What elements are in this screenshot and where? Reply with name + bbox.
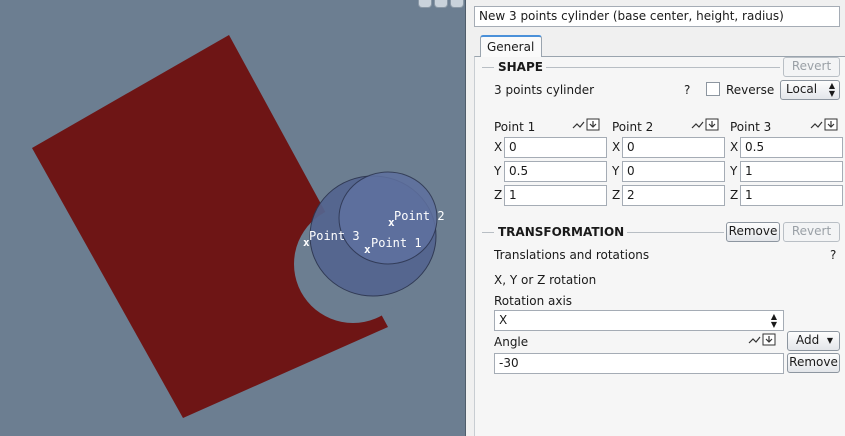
rotation-axis-value: X [499, 313, 508, 327]
tab-content [474, 56, 845, 436]
point-3-x-label: X [730, 140, 739, 154]
rotation-axis-label: Rotation axis [494, 294, 573, 308]
point-3-y-field[interactable]: 1 [740, 161, 843, 182]
frame-select-arrows-icon: ▲ ▼ [828, 81, 835, 98]
shape-section-title: SHAPE [495, 60, 546, 74]
frame-select-value: Local [786, 82, 818, 96]
angle-label: Angle [494, 335, 529, 349]
point-3-z-field[interactable]: 1 [740, 185, 843, 206]
viewport-minimize-button[interactable] [418, 0, 432, 8]
transformation-section-title: TRANSFORMATION [495, 225, 628, 239]
point-1-y-label: Y [494, 164, 502, 178]
chevron-down-icon: ▼ [826, 336, 833, 345]
point-2-graph-icon[interactable] [691, 118, 721, 132]
point-2-z-field[interactable]: 2 [622, 185, 725, 206]
shape-divider-left [482, 67, 494, 68]
scene-canvas[interactable]: x x x Point 1 Point 2 Point 3 [0, 0, 466, 436]
angle-add-button[interactable]: Add ▼ [787, 331, 840, 351]
point-1-y-field[interactable]: 0.5 [504, 161, 607, 182]
point-2-header: Point 2 [612, 120, 654, 134]
frame-select[interactable]: Local ▲ ▼ [780, 80, 840, 100]
shape-help-icon[interactable]: ? [684, 83, 690, 97]
point-1-label: Point 1 [371, 236, 422, 250]
rotation-axis-select[interactable]: X ▲ ▼ [494, 310, 784, 331]
transformation-revert-button[interactable]: Revert [783, 222, 840, 242]
angle-add-label: Add [796, 333, 820, 347]
viewport-maximize-button[interactable] [434, 0, 448, 8]
point-1-z-label: Z [494, 188, 503, 202]
point-1-z-field[interactable]: 1 [504, 185, 607, 206]
rotation-type-label: X, Y or Z rotation [494, 273, 597, 287]
point-2-x-field[interactable]: 0 [622, 137, 725, 158]
point-1-header: Point 1 [494, 120, 536, 134]
transformation-divider-left [482, 232, 494, 233]
point-2-y-label: Y [612, 164, 620, 178]
shape-type-label: 3 points cylinder [494, 83, 595, 97]
translations-help-icon[interactable]: ? [830, 248, 836, 262]
point-1-graph-icon[interactable] [572, 118, 602, 132]
object-name-field[interactable]: New 3 points cylinder (base center, heig… [474, 6, 840, 27]
point-2-x-label: X [612, 140, 621, 154]
point-3-graph-icon[interactable] [810, 118, 840, 132]
point-3-z-label: Z [730, 188, 739, 202]
angle-graph-icon[interactable] [748, 333, 778, 347]
point-3-x-field[interactable]: 0.5 [740, 137, 843, 158]
reverse-label: Reverse [726, 83, 775, 97]
rotation-axis-arrows-icon: ▲ ▼ [770, 312, 777, 329]
point-1-x-label: X [494, 140, 503, 154]
point-2-label: Point 2 [394, 209, 445, 223]
point-1-x-field[interactable]: 0 [504, 137, 607, 158]
angle-field[interactable]: -30 [494, 353, 784, 374]
point-2-z-label: Z [612, 188, 621, 202]
transformation-remove-button[interactable]: Remove [726, 222, 780, 242]
point-3-y-label: Y [730, 164, 738, 178]
point-1-marker[interactable]: x [364, 243, 371, 256]
point-2-y-field[interactable]: 0 [622, 161, 725, 182]
viewport-close-button[interactable] [450, 0, 464, 8]
point-3-label: Point 3 [309, 229, 360, 243]
tab-general[interactable]: General [480, 35, 542, 57]
translations-label: Translations and rotations [494, 248, 650, 262]
angle-remove-button[interactable]: Remove [787, 353, 840, 373]
shape-revert-button[interactable]: Revert [783, 57, 840, 77]
point-3-header: Point 3 [730, 120, 772, 134]
reverse-checkbox[interactable] [706, 82, 720, 96]
transformation-divider-right [618, 232, 724, 233]
3d-viewport[interactable]: x x x Point 1 Point 2 Point 3 [0, 0, 466, 436]
shape-divider-right [540, 67, 780, 68]
properties-panel: New 3 points cylinder (base center, heig… [470, 0, 845, 436]
